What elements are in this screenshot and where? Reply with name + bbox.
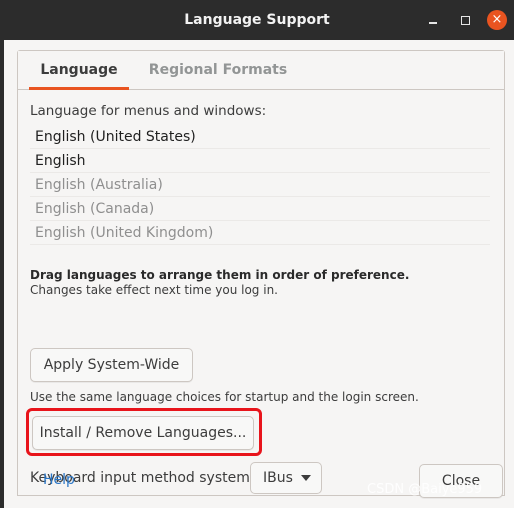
list-item[interactable]: English (United Kingdom) xyxy=(30,221,490,245)
tab-language[interactable]: Language xyxy=(29,51,129,90)
keyboard-input-value: IBus xyxy=(263,470,293,486)
tab-regional-formats[interactable]: Regional Formats xyxy=(144,51,292,89)
title-bar[interactable]: Language Support × xyxy=(0,0,514,40)
list-item[interactable]: English (United States) xyxy=(30,125,490,149)
tab-language-label: Language xyxy=(40,62,118,78)
tab-bar: Language Regional Formats xyxy=(18,51,504,90)
install-remove-languages-button[interactable]: Install / Remove Languages... xyxy=(32,416,254,450)
dialog-body: Language Regional Formats Language for m… xyxy=(0,40,514,508)
list-item[interactable]: English xyxy=(30,149,490,173)
active-tab-indicator xyxy=(29,87,129,90)
watermark: CSDN @Baiye959 xyxy=(367,482,483,497)
apply-system-wide-button[interactable]: Apply System-Wide xyxy=(30,348,193,382)
dropdown-arrow-icon xyxy=(301,475,311,481)
help-button[interactable]: Help xyxy=(43,472,75,488)
language-list[interactable]: English (United States) English English … xyxy=(30,125,490,255)
language-support-window: Language Support × Language Regional For… xyxy=(0,0,514,508)
tab-regional-formats-label: Regional Formats xyxy=(148,62,288,78)
left-edge xyxy=(0,40,4,508)
list-item[interactable]: English (Australia) xyxy=(30,173,490,197)
notebook: Language Regional Formats Language for m… xyxy=(17,50,505,496)
maximize-button[interactable] xyxy=(456,11,474,29)
minimize-button[interactable] xyxy=(424,11,442,29)
effect-hint: Changes take effect next time you log in… xyxy=(30,283,278,297)
window-close-button[interactable]: × xyxy=(487,10,507,30)
list-item[interactable]: English (Canada) xyxy=(30,197,490,221)
drag-hint: Drag languages to arrange them in order … xyxy=(30,268,410,282)
close-icon: × xyxy=(491,12,503,27)
keyboard-input-select[interactable]: IBus xyxy=(250,462,322,494)
languages-heading: Language for menus and windows: xyxy=(30,103,267,119)
maximize-icon xyxy=(460,16,470,25)
minimize-icon xyxy=(429,22,437,24)
apply-hint: Use the same language choices for startu… xyxy=(30,390,419,404)
